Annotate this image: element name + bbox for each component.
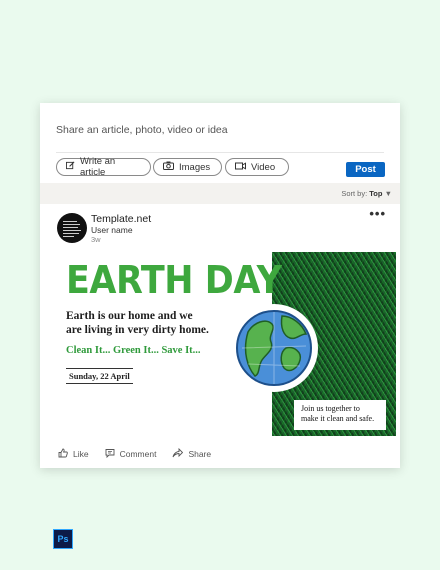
share-box: Share an article, photo, video or idea W… (44, 107, 396, 183)
video-button[interactable]: Video (225, 158, 289, 176)
post-actions: Like Comment Share (58, 444, 211, 464)
post-card: Template.net User name 3w ••• EARTH DAY … (44, 204, 396, 464)
images-label: Images (179, 161, 211, 173)
like-button[interactable]: Like (58, 448, 89, 460)
images-button[interactable]: Images (153, 158, 222, 176)
share-arrow-icon (172, 447, 184, 460)
thumbs-up-icon (58, 448, 68, 460)
write-article-button[interactable]: Write an article (56, 156, 151, 178)
slogan-text: Clean It... Green It... Save It... (66, 345, 201, 356)
avatar[interactable] (57, 213, 87, 243)
comment-button[interactable]: Comment (105, 448, 157, 460)
globe-icon (230, 304, 318, 392)
video-icon (235, 161, 246, 173)
divider (56, 152, 384, 153)
comment-icon (105, 448, 115, 460)
sort-value: Top (369, 189, 383, 198)
post-image: EARTH DAY Earth is our home and we are l… (58, 252, 396, 436)
edit-icon (66, 161, 75, 173)
like-label: Like (73, 449, 89, 459)
share-label: Share (188, 449, 212, 459)
author-name[interactable]: Template.net (91, 213, 151, 225)
sort-prefix: Sort by: (341, 189, 368, 198)
note-line-1: Join us together to (301, 404, 360, 413)
comment-label: Comment (119, 449, 157, 459)
more-options-icon[interactable]: ••• (369, 206, 386, 221)
video-label: Video (251, 161, 276, 173)
headline: EARTH DAY (66, 258, 282, 302)
photoshop-icon: Ps (53, 529, 73, 549)
share-input[interactable]: Share an article, photo, video or idea (56, 124, 228, 136)
share-button[interactable]: Share (172, 447, 212, 460)
post-time: 3w (91, 235, 101, 244)
join-note: Join us together to make it clean and sa… (294, 400, 386, 430)
write-article-label: Write an article (80, 156, 116, 178)
feed-sort-bar: Sort by: Top ▼ (40, 183, 400, 204)
author-username: User name (91, 225, 133, 235)
post-button[interactable]: Post (346, 162, 385, 177)
camera-icon (163, 161, 174, 173)
note-line-2: make it clean and safe. (301, 414, 375, 423)
sort-dropdown[interactable]: Sort by: Top ▼ (341, 189, 392, 198)
date-label: Sunday, 22 April (66, 368, 133, 384)
caret-down-icon: ▼ (384, 189, 392, 198)
